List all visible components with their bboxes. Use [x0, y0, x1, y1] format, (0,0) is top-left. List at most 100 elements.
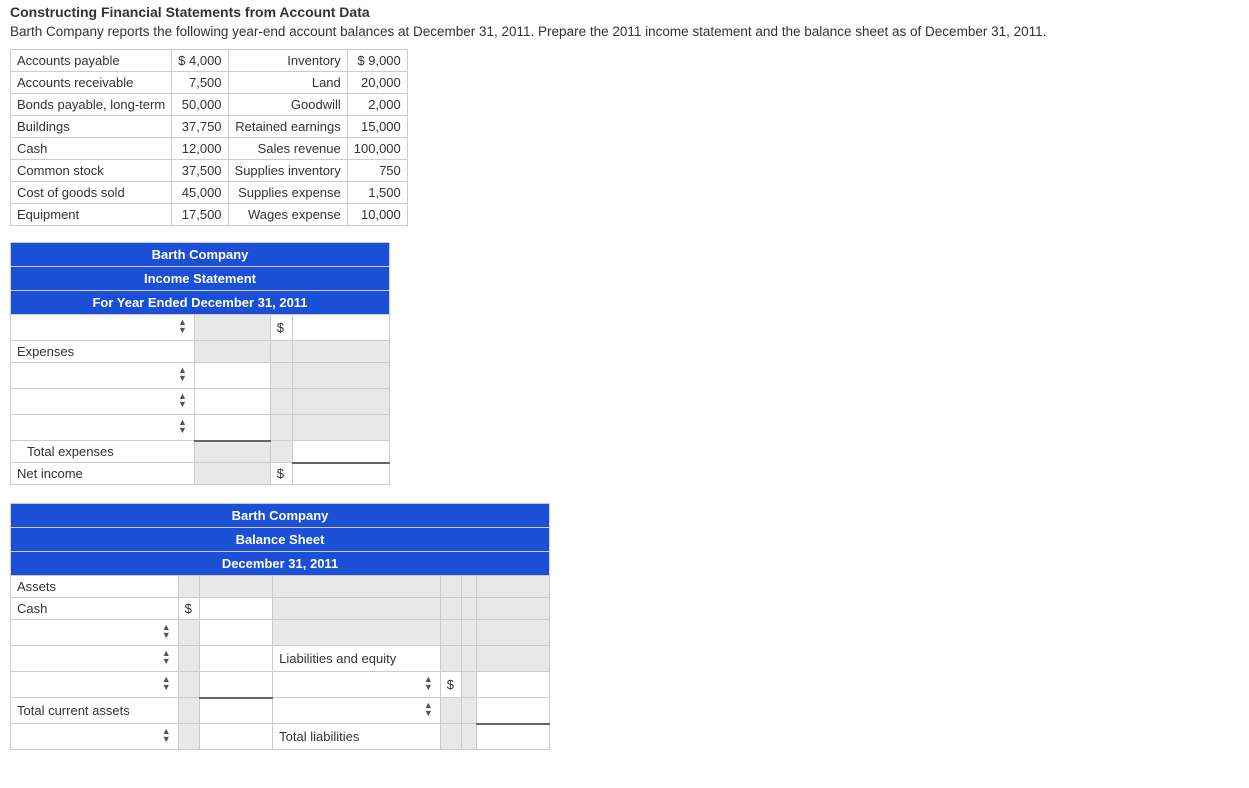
- account-name: Land: [228, 72, 347, 94]
- account-amount: 750: [347, 160, 407, 182]
- is-expense-row-2: ▲▼: [11, 389, 390, 415]
- liabilities-equity-label: Liabilities and equity: [273, 646, 441, 672]
- is-expenses-header-row: Expenses: [11, 341, 390, 363]
- bs-amount-input[interactable]: [476, 672, 549, 698]
- bs-amount-input[interactable]: [476, 698, 549, 724]
- account-amount: $ 9,000: [347, 50, 407, 72]
- accounts-row: Cost of goods sold45,000Supplies expense…: [11, 182, 408, 204]
- accounts-row: Accounts payable$ 4,000Inventory$ 9,000: [11, 50, 408, 72]
- income-statement-table: Barth Company Income Statement For Year …: [10, 242, 390, 485]
- is-account-dropdown[interactable]: ▲▼: [11, 389, 195, 415]
- account-name: Wages expense: [228, 204, 347, 226]
- account-amount: 37,500: [172, 160, 228, 182]
- account-amount: 17,500: [172, 204, 228, 226]
- is-total-expenses-input[interactable]: [292, 441, 389, 463]
- account-name: Inventory: [228, 50, 347, 72]
- account-name: Buildings: [11, 116, 172, 138]
- is-account-dropdown[interactable]: ▲▼: [11, 415, 195, 441]
- account-amount: 10,000: [347, 204, 407, 226]
- account-name: Sales revenue: [228, 138, 347, 160]
- bs-asset-row-4: ▲▼ ▲▼ $: [11, 672, 550, 698]
- is-expense-row-3: ▲▼: [11, 415, 390, 441]
- is-net-income-row: Net income $: [11, 463, 390, 485]
- account-name: Equipment: [11, 204, 172, 226]
- is-account-dropdown[interactable]: ▲▼: [11, 315, 195, 341]
- account-amount: 7,500: [172, 72, 228, 94]
- dollar-sign: $: [178, 598, 199, 620]
- bs-assets-header-row: Assets: [11, 576, 550, 598]
- bs-account-dropdown[interactable]: ▲▼: [11, 724, 179, 750]
- accounts-row: Accounts receivable7,500Land20,000: [11, 72, 408, 94]
- bs-header-date: December 31, 2011: [11, 552, 550, 576]
- is-amount-input[interactable]: [194, 389, 270, 415]
- cash-label: Cash: [11, 598, 179, 620]
- accounts-row: Common stock37,500Supplies inventory750: [11, 160, 408, 182]
- bs-account-dropdown[interactable]: ▲▼: [11, 646, 179, 672]
- account-name: Cost of goods sold: [11, 182, 172, 204]
- bs-amount-input[interactable]: [199, 672, 272, 698]
- dollar-sign: $: [440, 672, 461, 698]
- accounts-row: Equipment17,500Wages expense10,000: [11, 204, 408, 226]
- bs-amount-input[interactable]: [199, 724, 272, 750]
- bs-amount-input[interactable]: [199, 698, 272, 724]
- is-total-expenses-row: Total expenses: [11, 441, 390, 463]
- account-name: Cash: [11, 138, 172, 160]
- is-header-period: For Year Ended December 31, 2011: [11, 291, 390, 315]
- accounts-row: Bonds payable, long-term50,000Goodwill2,…: [11, 94, 408, 116]
- accounts-row: Cash12,000Sales revenue100,000: [11, 138, 408, 160]
- expenses-label: Expenses: [11, 341, 195, 363]
- account-name: Accounts payable: [11, 50, 172, 72]
- account-name: Supplies expense: [228, 182, 347, 204]
- is-amount-input[interactable]: [194, 415, 270, 441]
- bs-amount-input[interactable]: [199, 620, 272, 646]
- bs-account-dropdown[interactable]: ▲▼: [11, 672, 179, 698]
- bs-header-title: Balance Sheet: [11, 528, 550, 552]
- account-amount: 50,000: [172, 94, 228, 116]
- bs-amount-input[interactable]: [199, 646, 272, 672]
- is-header-title: Income Statement: [11, 267, 390, 291]
- total-current-assets-label: Total current assets: [11, 698, 179, 724]
- account-name: Retained earnings: [228, 116, 347, 138]
- account-name: Bonds payable, long-term: [11, 94, 172, 116]
- is-account-dropdown[interactable]: ▲▼: [11, 363, 195, 389]
- account-amount: 1,500: [347, 182, 407, 204]
- account-name: Goodwill: [228, 94, 347, 116]
- accounts-row: Buildings37,750Retained earnings15,000: [11, 116, 408, 138]
- assets-label: Assets: [11, 576, 179, 598]
- account-name: Common stock: [11, 160, 172, 182]
- is-amount-input[interactable]: [194, 363, 270, 389]
- account-amount: 37,750: [172, 116, 228, 138]
- dollar-sign: $: [270, 315, 292, 341]
- bs-row-6: ▲▼ Total liabilities: [11, 724, 550, 750]
- bs-amount-input[interactable]: [199, 598, 272, 620]
- account-amount: 15,000: [347, 116, 407, 138]
- account-amount: $ 4,000: [172, 50, 228, 72]
- bs-amount-input[interactable]: [476, 724, 549, 750]
- balance-sheet-table: Barth Company Balance Sheet December 31,…: [10, 503, 550, 750]
- net-income-label: Net income: [11, 463, 195, 485]
- bs-liab-dropdown[interactable]: ▲▼: [273, 672, 441, 698]
- bs-asset-row-2: ▲▼: [11, 620, 550, 646]
- bs-asset-row-3: ▲▼ Liabilities and equity: [11, 646, 550, 672]
- account-name: Supplies inventory: [228, 160, 347, 182]
- account-name: Accounts receivable: [11, 72, 172, 94]
- is-header-company: Barth Company: [11, 243, 390, 267]
- is-net-income-input[interactable]: [292, 463, 389, 485]
- page-title: Constructing Financial Statements from A…: [10, 4, 1239, 20]
- bs-account-dropdown[interactable]: ▲▼: [11, 620, 179, 646]
- is-amount-input[interactable]: [292, 315, 389, 341]
- accounts-table: Accounts payable$ 4,000Inventory$ 9,000A…: [10, 49, 408, 226]
- account-amount: 45,000: [172, 182, 228, 204]
- account-amount: 100,000: [347, 138, 407, 160]
- is-revenue-row: ▲▼ $: [11, 315, 390, 341]
- is-expense-row-1: ▲▼: [11, 363, 390, 389]
- bs-total-current-assets-row: Total current assets ▲▼: [11, 698, 550, 724]
- total-liabilities-label: Total liabilities: [273, 724, 441, 750]
- account-amount: 2,000: [347, 94, 407, 116]
- bs-liab-dropdown[interactable]: ▲▼: [273, 698, 441, 724]
- dollar-sign: $: [270, 463, 292, 485]
- instructions-text: Barth Company reports the following year…: [10, 24, 1239, 39]
- total-expenses-label: Total expenses: [11, 441, 195, 463]
- account-amount: 12,000: [172, 138, 228, 160]
- account-amount: 20,000: [347, 72, 407, 94]
